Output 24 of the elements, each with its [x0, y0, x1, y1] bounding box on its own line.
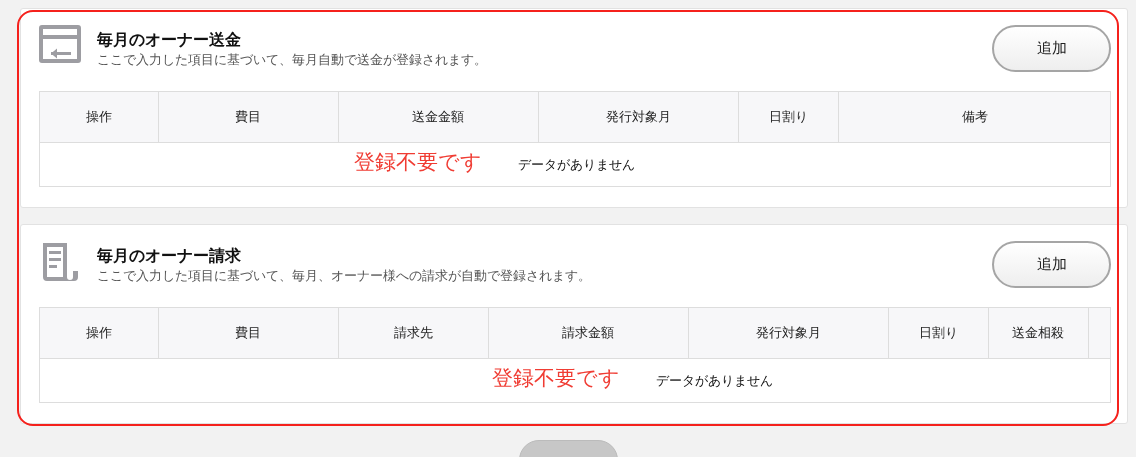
column-header: 請求先 [338, 308, 488, 358]
transfer-icon [39, 25, 81, 63]
column-header: 操作 [40, 308, 158, 358]
column-header: 送金相殺 [988, 308, 1088, 358]
column-header: 費目 [158, 308, 338, 358]
add-button[interactable]: 追加 [992, 241, 1111, 288]
section-description: ここで入力した項目に基づいて、毎月自動で送金が登録されます。 [97, 51, 487, 69]
column-header: 日割り [888, 308, 988, 358]
empty-message: データがありません [655, 372, 773, 388]
column-header: 発行対象月 [688, 308, 888, 358]
annotation-note: 登録不要です [491, 364, 620, 392]
section-title: 毎月のオーナー請求 [97, 245, 242, 267]
column-header: 日割り [738, 92, 838, 142]
column-header: 費目 [158, 92, 338, 142]
empty-message: データがありません [517, 156, 635, 172]
column-header: 備考 [838, 92, 1110, 142]
column-header: 請求金額 [488, 308, 688, 358]
column-header: 送金金額 [338, 92, 538, 142]
section-description: ここで入力した項目に基づいて、毎月、オーナー様への請求が自動で登録されます。 [97, 267, 591, 285]
annotation-note: 登録不要です [353, 148, 482, 176]
column-header: 操作 [40, 92, 158, 142]
column-header: 発行対象月 [538, 92, 738, 142]
section-title: 毎月のオーナー送金 [97, 29, 242, 51]
add-button[interactable]: 追加 [992, 25, 1111, 72]
